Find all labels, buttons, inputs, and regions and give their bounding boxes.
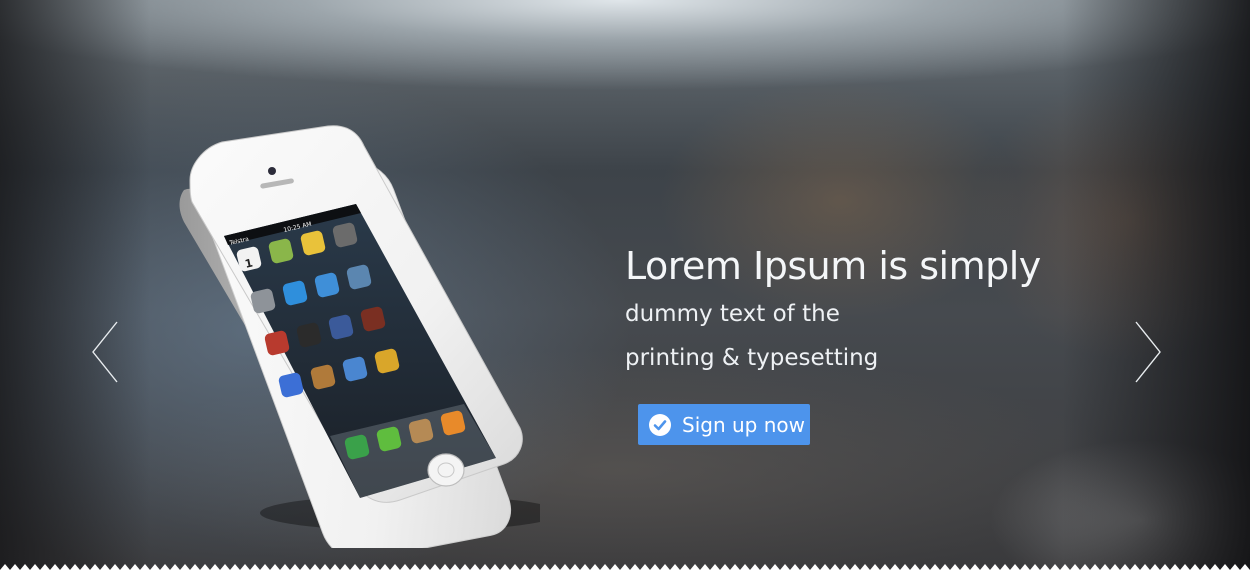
hero-slider: Telstra 10:25 AM 1 Lorem Ipsum is simply… [0,0,1250,570]
iphone-image: Telstra 10:25 AM 1 [160,118,560,561]
slide-headline: Lorem Ipsum is simply [625,244,1041,288]
sign-up-button[interactable]: Sign up now [638,404,810,445]
sign-up-label: Sign up now [682,412,805,437]
slider-prev-button[interactable] [90,320,120,384]
slide-subline-2: printing & typesetting [625,345,879,371]
chevron-right-icon [1135,321,1161,383]
slider-next-button[interactable] [1133,320,1163,384]
zigzag-divider [0,560,1250,570]
check-circle-icon [649,413,671,436]
chevron-left-icon [92,321,118,383]
slide-subline-1: dummy text of the [625,301,840,327]
slide-caption: Lorem Ipsum is simply dummy text of the … [625,240,1041,380]
iphone-illustration: Telstra 10:25 AM 1 [179,125,560,561]
